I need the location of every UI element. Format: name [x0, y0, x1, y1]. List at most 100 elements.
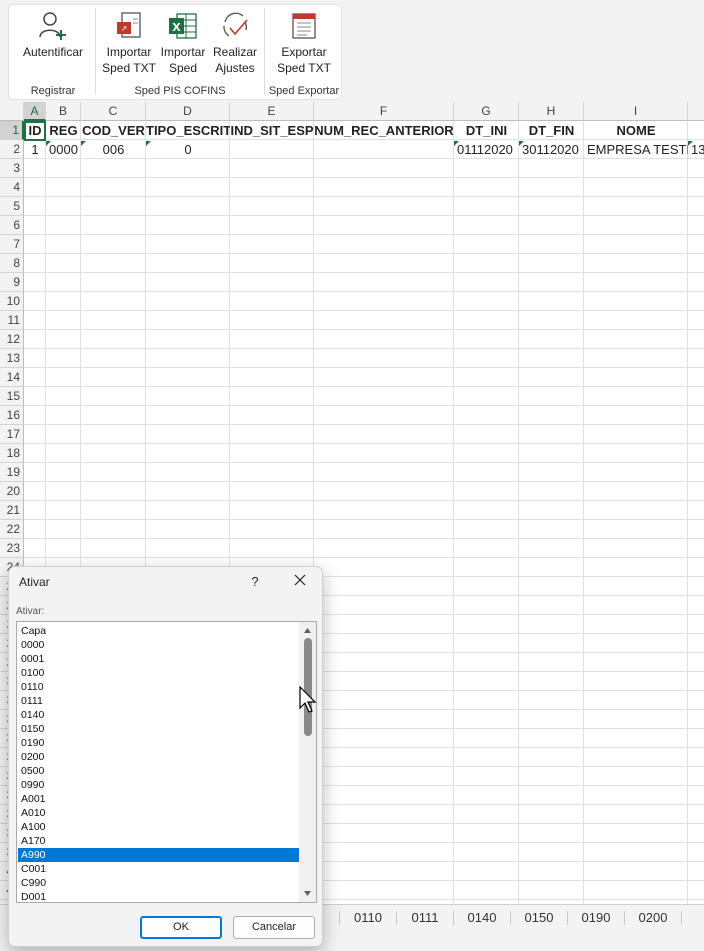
- export-txt-icon: [292, 13, 316, 39]
- row-header-13[interactable]: 13: [0, 349, 24, 368]
- row-header-12[interactable]: 12: [0, 330, 24, 349]
- sheet-list-item[interactable]: 0111: [18, 694, 299, 708]
- scroll-up-icon[interactable]: [303, 626, 312, 636]
- sheet-list-item[interactable]: 0990: [18, 778, 299, 792]
- sheet-list-item[interactable]: A170: [18, 834, 299, 848]
- sheet-list-item[interactable]: D001: [18, 890, 299, 902]
- grid-line: [24, 329, 704, 330]
- sheet-list-item[interactable]: 0000: [18, 638, 299, 652]
- header-cell-i[interactable]: NOME: [584, 121, 688, 140]
- row-header-1[interactable]: 1: [0, 121, 24, 140]
- column-header-b[interactable]: B: [46, 102, 81, 121]
- data-cell-a[interactable]: 1: [24, 140, 46, 159]
- column-header-i[interactable]: I: [584, 102, 688, 121]
- column-header-partial[interactable]: [688, 102, 704, 121]
- sheet-list-item[interactable]: A990: [18, 848, 299, 862]
- sheet-list-item[interactable]: 0100: [18, 666, 299, 680]
- header-cell-f[interactable]: NUM_REC_ANTERIOR: [314, 121, 454, 140]
- column-header-d[interactable]: D: [146, 102, 230, 121]
- row-header-8[interactable]: 8: [0, 254, 24, 273]
- header-cell-h[interactable]: DT_FIN: [519, 121, 584, 140]
- header-cell-e[interactable]: IND_SIT_ESP: [230, 121, 314, 140]
- row-header-19[interactable]: 19: [0, 463, 24, 482]
- data-cell-g[interactable]: 01112020: [454, 140, 519, 159]
- sheet-tab-0200[interactable]: 0200: [625, 905, 681, 931]
- exportar-sped-txt-button[interactable]: Exportar Sped TXT: [274, 10, 334, 76]
- select-all-corner[interactable]: [0, 102, 24, 121]
- grid-line: [518, 121, 519, 904]
- row-header-5[interactable]: 5: [0, 197, 24, 216]
- row-header-3[interactable]: 3: [0, 159, 24, 178]
- sheet-list-item[interactable]: 0200: [18, 750, 299, 764]
- column-header-e[interactable]: E: [230, 102, 314, 121]
- sheet-list-item[interactable]: C001: [18, 862, 299, 876]
- close-button[interactable]: [293, 573, 307, 587]
- row-header-10[interactable]: 10: [0, 292, 24, 311]
- sheet-list-item[interactable]: 0500: [18, 764, 299, 778]
- sheet-list-item[interactable]: Capa: [18, 624, 299, 638]
- data-cell-i[interactable]: EMPRESA TESTE: [584, 140, 688, 159]
- data-cell-e[interactable]: [230, 140, 314, 159]
- sheet-list-item[interactable]: 0001: [18, 652, 299, 666]
- sheet-list-item[interactable]: A100: [18, 820, 299, 834]
- row-header-9[interactable]: 9: [0, 273, 24, 292]
- row-header-18[interactable]: 18: [0, 444, 24, 463]
- header-cell-b[interactable]: REG: [46, 121, 81, 140]
- row-header-23[interactable]: 23: [0, 539, 24, 558]
- row-header-6[interactable]: 6: [0, 216, 24, 235]
- header-cell-d[interactable]: TIPO_ESCRIT: [146, 121, 230, 140]
- importar-sped-txt-button[interactable]: ↗ Importar Sped TXT: [102, 10, 156, 76]
- data-cell-f[interactable]: [314, 140, 454, 159]
- scroll-down-icon[interactable]: [303, 888, 312, 898]
- sheet-list-item[interactable]: A010: [18, 806, 299, 820]
- sheet-list-item[interactable]: 0110: [18, 680, 299, 694]
- sheet-tab-0111[interactable]: 0111: [397, 905, 453, 931]
- sheet-list-item[interactable]: 0150: [18, 722, 299, 736]
- tab-divider: [396, 911, 397, 925]
- data-cell-h[interactable]: 30112020: [519, 140, 584, 159]
- importar-sped-button[interactable]: X Importar Sped: [158, 10, 208, 76]
- help-button[interactable]: ?: [249, 574, 261, 589]
- row-header-15[interactable]: 15: [0, 387, 24, 406]
- sheet-list-item[interactable]: C990: [18, 876, 299, 890]
- sheet-listbox[interactable]: Capa 0000 0001 0100 0110 0111 0140 0150 0190 0200…: [16, 621, 317, 903]
- tab-divider: [624, 911, 625, 925]
- sheet-list-item[interactable]: A001: [18, 792, 299, 806]
- realizar-ajustes-button[interactable]: Realizar Ajustes: [210, 10, 260, 76]
- autentificar-button[interactable]: Autentificar: [20, 10, 86, 60]
- column-header-f[interactable]: F: [314, 102, 454, 121]
- ribbon: Autentificar Registrar ↗ Importar Sped T…: [0, 0, 704, 102]
- header-cell-g[interactable]: DT_INI: [454, 121, 519, 140]
- grid-line: [24, 424, 704, 425]
- header-cell-c[interactable]: COD_VER: [81, 121, 146, 140]
- row-header-2[interactable]: 2: [0, 140, 24, 159]
- autentificar-label: Autentificar: [22, 45, 84, 59]
- sheet-list-item[interactable]: 0190: [18, 736, 299, 750]
- row-header-17[interactable]: 17: [0, 425, 24, 444]
- row-header-22[interactable]: 22: [0, 520, 24, 539]
- cancel-button[interactable]: Cancelar: [233, 916, 315, 939]
- sheet-tab-0190[interactable]: 0190: [568, 905, 624, 931]
- ok-button[interactable]: OK: [140, 916, 222, 939]
- row-header-7[interactable]: 7: [0, 235, 24, 254]
- sheet-tab-0140[interactable]: 0140: [454, 905, 510, 931]
- data-cell-b[interactable]: 0000: [46, 140, 81, 159]
- listbox-scrollbar[interactable]: [299, 622, 316, 902]
- column-header-h[interactable]: H: [519, 102, 584, 121]
- row-header-20[interactable]: 20: [0, 482, 24, 501]
- row-header-21[interactable]: 21: [0, 501, 24, 520]
- row-header-4[interactable]: 4: [0, 178, 24, 197]
- row-header-11[interactable]: 11: [0, 311, 24, 330]
- sheet-tab-0150[interactable]: 0150: [511, 905, 567, 931]
- tab-divider: [339, 911, 340, 925]
- data-cell-c[interactable]: 006: [81, 140, 146, 159]
- column-header-g[interactable]: G: [454, 102, 519, 121]
- data-cell-d[interactable]: 0: [146, 140, 230, 159]
- row-header-16[interactable]: 16: [0, 406, 24, 425]
- sheet-list-item[interactable]: 0140: [18, 708, 299, 722]
- sheet-tab-0110[interactable]: 0110: [340, 905, 396, 931]
- sheet-tab-0[interactable]: 0: [682, 905, 704, 931]
- row-header-14[interactable]: 14: [0, 368, 24, 387]
- column-header-c[interactable]: C: [81, 102, 146, 121]
- column-header-a[interactable]: A: [24, 102, 46, 121]
